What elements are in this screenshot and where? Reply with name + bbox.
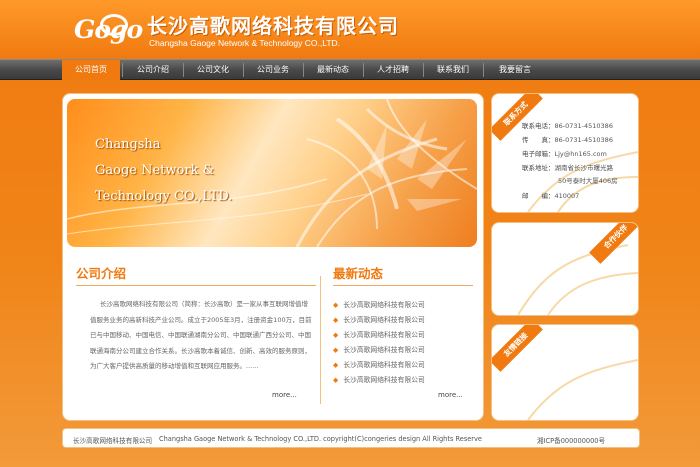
company-name-cn: 长沙高歌网络科技有限公司 — [147, 14, 399, 38]
news-list-item[interactable]: ◆ 长沙高歌网络科技有限公司 — [333, 343, 473, 357]
banner-line-3: Technology CO.,LTD. — [95, 189, 233, 204]
nav-item-about[interactable]: 公司介绍 — [124, 60, 182, 80]
news-title: 最新动态 — [333, 266, 384, 281]
site-logo[interactable]: Gogo — [74, 9, 143, 51]
nav-item-guestbook[interactable]: 我要留言 — [486, 60, 544, 80]
footer-company: 长沙高歌网络科技有限公司 — [73, 437, 153, 445]
bullet-icon: ◆ — [333, 301, 339, 309]
contact-value: 86-0731-4510386 — [554, 122, 613, 130]
news-item-label: 长沙高歌网络科技有限公司 — [343, 361, 425, 369]
main-nav: 公司首页 公司介绍 公司文化 公司业务 最新动态 人才招聘 联系我们 我要留言 — [0, 59, 700, 80]
news-list-item[interactable]: ◆ 长沙高歌网络科技有限公司 — [333, 313, 473, 327]
banner-line-2: Gaoge Network & — [95, 163, 215, 178]
footer-copyright: Changsha Gaoge Network & Technology CO.,… — [159, 435, 482, 443]
bullet-icon: ◆ — [333, 346, 339, 354]
contact-label: 传 真： — [522, 136, 555, 144]
partners-box: 合作伙伴 — [491, 222, 639, 316]
footer: 长沙高歌网络科技有限公司 Changsha Gaoge Network & Te… — [62, 428, 640, 448]
swirl-watermark-icon — [527, 359, 638, 420]
contact-value: 86-0731-4510386 — [554, 136, 613, 144]
nav-item-culture[interactable]: 公司文化 — [184, 60, 242, 80]
hero-banner: Changsha Gaoge Network & Technology CO.,… — [67, 99, 477, 247]
contact-row-address: 联系地址：湖南省长沙市曙光路 — [522, 163, 638, 174]
contact-value: 50号泰时大厦406房 — [558, 177, 618, 185]
contact-row-address-line2: 50号泰时大厦406房 — [558, 176, 638, 187]
nav-separator — [483, 63, 484, 77]
banner-line-1: Changsha — [95, 137, 161, 152]
contact-label: 联系电话： — [522, 122, 555, 130]
contact-row-email: 电子邮箱：Ljy@hn165.com — [522, 149, 638, 160]
nav-separator — [122, 63, 123, 77]
news-item-label: 长沙高歌网络科技有限公司 — [343, 346, 425, 354]
contact-value: 410007 — [554, 192, 580, 200]
news-more-link[interactable]: more... — [438, 391, 463, 399]
contact-label: 电子邮箱： — [522, 150, 555, 158]
intro-title-rule — [76, 285, 316, 286]
news-item-label: 长沙高歌网络科技有限公司 — [343, 331, 425, 339]
news-list-item[interactable]: ◆ 长沙高歌网络科技有限公司 — [333, 373, 473, 387]
news-list-item[interactable]: ◆ 长沙高歌网络科技有限公司 — [333, 328, 473, 342]
news-item-label: 长沙高歌网络科技有限公司 — [343, 376, 425, 384]
bullet-icon: ◆ — [333, 376, 339, 384]
nav-item-jobs[interactable]: 人才招聘 — [364, 60, 422, 80]
contact-row-postcode: 邮 编：410007 — [522, 191, 638, 202]
nav-item-business[interactable]: 公司业务 — [244, 60, 302, 80]
news-list-item[interactable]: ◆ 长沙高歌网络科技有限公司 — [333, 298, 473, 312]
intro-text: 长沙高歌网络科技有限公司（简称：长沙高歌）是一家从事互联网增值增值服务业务的高新… — [90, 300, 312, 370]
footer-icp[interactable]: 湘ICP备000000000号 — [537, 435, 605, 445]
bullet-icon: ◆ — [333, 331, 339, 339]
intro-more-link[interactable]: more... — [272, 391, 297, 399]
contact-label: 联系地址： — [522, 164, 555, 172]
nav-item-news[interactable]: 最新动态 — [304, 60, 362, 80]
friend-links-box: 友情链接 — [491, 324, 639, 421]
column-divider — [320, 276, 321, 404]
bullet-icon: ◆ — [333, 316, 339, 324]
bullet-icon: ◆ — [333, 361, 339, 369]
contact-row-fax: 传 真：86-0731-4510386 — [522, 135, 638, 146]
contact-box: 联系方式 联系电话：86-0731-4510386 传 真：86-0731-45… — [491, 93, 639, 213]
contact-row-phone: 联系电话：86-0731-4510386 — [522, 121, 638, 132]
site-header: Gogo 长沙高歌网络科技有限公司 Changsha Gaoge Network… — [0, 0, 700, 58]
nav-item-contact[interactable]: 联系我们 — [424, 60, 482, 80]
news-item-label: 长沙高歌网络科技有限公司 — [343, 316, 425, 324]
nav-item-home[interactable]: 公司首页 — [62, 60, 120, 80]
company-name-en: Changsha Gaoge Network & Technology CO.,… — [149, 38, 341, 48]
contact-value[interactable]: Ljy@hn165.com — [555, 150, 607, 158]
news-item-label: 长沙高歌网络科技有限公司 — [343, 301, 425, 309]
news-title-rule — [333, 285, 473, 286]
contact-value: 湖南省长沙市曙光路 — [554, 164, 614, 172]
news-list-item[interactable]: ◆ 长沙高歌网络科技有限公司 — [333, 358, 473, 372]
contact-label: 邮 编： — [522, 192, 555, 200]
intro-title: 公司介绍 — [76, 266, 127, 281]
